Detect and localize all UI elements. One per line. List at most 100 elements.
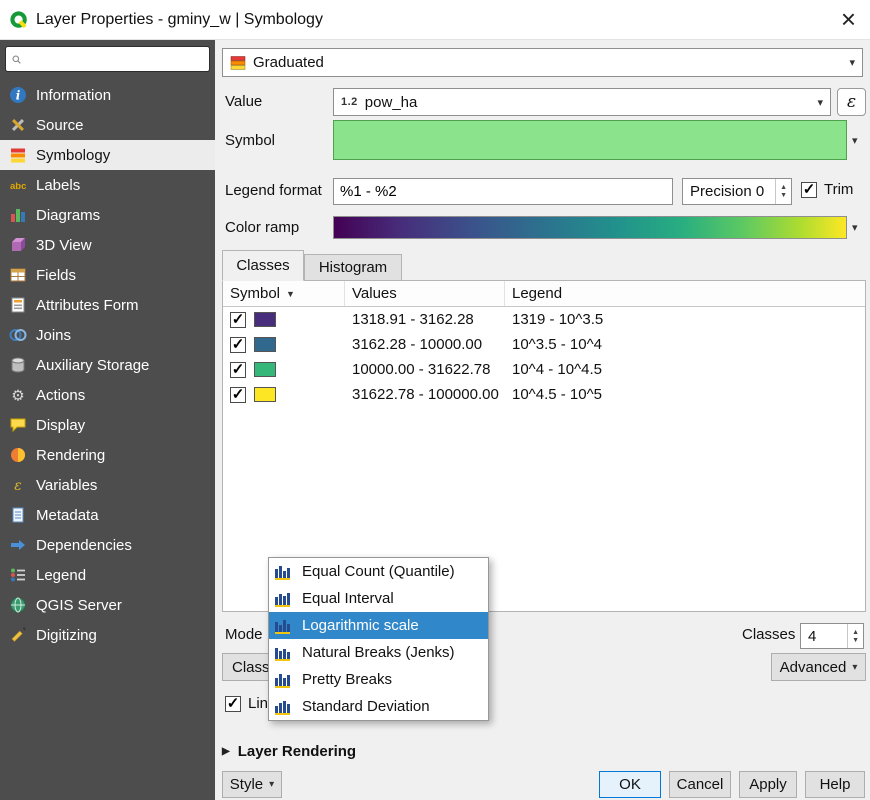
column-header-legend[interactable]: Legend <box>505 281 865 306</box>
table-header: Symbol ▼ Values Legend <box>223 281 865 307</box>
symbol-cell: ✓ <box>223 332 345 357</box>
sidebar-item-3d-view[interactable]: 3D View <box>0 230 215 260</box>
spin-up-icon[interactable]: ▲ <box>852 629 859 636</box>
sidebar-item-digitizing[interactable]: Digitizing <box>0 620 215 650</box>
legend-cell[interactable]: 10^3.5 - 10^4 <box>505 332 865 357</box>
class-checkbox[interactable]: ✓ <box>230 312 246 328</box>
expression-builder-button[interactable]: ε <box>837 88 866 116</box>
class-color-swatch[interactable] <box>254 362 276 377</box>
table-row[interactable]: ✓ 31622.78 - 100000.00 10^4.5 - 10^5 <box>223 382 865 407</box>
sidebar-item-actions[interactable]: ⚙ Actions <box>0 380 215 410</box>
table-row[interactable]: ✓ 10000.00 - 31622.78 10^4 - 10^4.5 <box>223 357 865 382</box>
values-cell[interactable]: 31622.78 - 100000.00 <box>345 382 505 407</box>
values-cell[interactable]: 1318.91 - 3162.28 <box>345 307 505 332</box>
sidebar-item-legend[interactable]: Legend <box>0 560 215 590</box>
class-color-swatch[interactable] <box>254 337 276 352</box>
values-cell[interactable]: 10000.00 - 31622.78 <box>345 357 505 382</box>
values-cell[interactable]: 3162.28 - 10000.00 <box>345 332 505 357</box>
checkbox-checked-icon[interactable]: ✓ <box>225 696 241 712</box>
column-header-symbol[interactable]: Symbol ▼ <box>223 281 345 306</box>
sidebar-item-fields[interactable]: Fields <box>0 260 215 290</box>
class-checkbox[interactable]: ✓ <box>230 337 246 353</box>
class-checkbox[interactable]: ✓ <box>230 387 246 403</box>
sidebar-item-attributes-form[interactable]: Attributes Form <box>0 290 215 320</box>
menu-item-logarithmic-scale[interactable]: Logarithmic scale <box>269 612 488 639</box>
renderer-select[interactable]: Graduated ▾ <box>222 48 863 77</box>
histogram-mode-icon <box>274 618 294 634</box>
advanced-button[interactable]: Advanced ▾ <box>771 653 866 681</box>
decimal-field-icon: 1.2 <box>341 96 358 108</box>
diagrams-icon <box>9 206 27 224</box>
precision-spinner[interactable]: Precision 0 ▲▼ <box>682 178 792 205</box>
search-input[interactable] <box>27 52 203 67</box>
sidebar-item-labels[interactable]: abc Labels <box>0 170 215 200</box>
sidebar-item-source[interactable]: Source <box>0 110 215 140</box>
menu-item-standard-deviation[interactable]: Standard Deviation <box>269 693 488 720</box>
sidebar-item-metadata[interactable]: Metadata <box>0 500 215 530</box>
help-button[interactable]: Help <box>805 771 865 798</box>
classes-count-spinner[interactable]: 4 ▲▼ <box>800 623 864 649</box>
spin-down-icon[interactable]: ▼ <box>852 637 859 644</box>
menu-item-label: Natural Breaks (Jenks) <box>302 644 455 661</box>
layer-rendering-section-header[interactable]: ▶ Layer Rendering <box>222 743 356 760</box>
style-menu-button[interactable]: Style ▾ <box>222 771 282 798</box>
cancel-button[interactable]: Cancel <box>669 771 731 798</box>
symbol-dropdown-icon[interactable]: ▾ <box>852 134 858 147</box>
column-dropdown-icon[interactable]: ▼ <box>286 289 295 299</box>
sidebar-item-display[interactable]: Display <box>0 410 215 440</box>
sidebar-item-information[interactable]: i Information <box>0 80 215 110</box>
color-ramp-dropdown-icon[interactable]: ▾ <box>852 221 858 234</box>
spin-up-icon[interactable]: ▲ <box>780 184 787 191</box>
apply-button[interactable]: Apply <box>739 771 797 798</box>
tab-histogram[interactable]: Histogram <box>304 254 402 281</box>
symbol-cell: ✓ <box>223 357 345 382</box>
checkbox-checked-icon[interactable]: ✓ <box>801 182 817 198</box>
table-row[interactable]: ✓ 3162.28 - 10000.00 10^3.5 - 10^4 <box>223 332 865 357</box>
legend-format-input[interactable] <box>333 178 673 205</box>
menu-item-natural-breaks[interactable]: Natural Breaks (Jenks) <box>269 639 488 666</box>
sidebar-item-label: Rendering <box>36 447 105 464</box>
sidebar-item-auxiliary-storage[interactable]: Auxiliary Storage <box>0 350 215 380</box>
legend-cell[interactable]: 1319 - 10^3.5 <box>505 307 865 332</box>
color-ramp-label: Color ramp <box>225 219 299 236</box>
sidebar-item-diagrams[interactable]: Diagrams <box>0 200 215 230</box>
svg-text:abc: abc <box>10 181 26 192</box>
sidebar-item-symbology[interactable]: Symbology <box>0 140 215 170</box>
sidebar-item-joins[interactable]: Joins <box>0 320 215 350</box>
sidebar-item-label: Legend <box>36 567 86 584</box>
spin-down-icon[interactable]: ▼ <box>780 192 787 199</box>
class-checkbox[interactable]: ✓ <box>230 362 246 378</box>
sidebar-item-rendering[interactable]: Rendering <box>0 440 215 470</box>
column-header-values[interactable]: Values <box>345 281 505 306</box>
legend-cell[interactable]: 10^4 - 10^4.5 <box>505 357 865 382</box>
graduated-renderer-icon <box>230 55 246 71</box>
symbol-label: Symbol <box>225 132 275 149</box>
ok-button[interactable]: OK <box>599 771 661 798</box>
tab-classes[interactable]: Classes <box>222 250 304 281</box>
value-field-select[interactable]: 1.2 pow_ha ▾ <box>333 88 831 116</box>
symbol-cell: ✓ <box>223 382 345 407</box>
class-color-swatch[interactable] <box>254 387 276 402</box>
metadata-icon <box>9 506 27 524</box>
class-color-swatch[interactable] <box>254 312 276 327</box>
close-icon[interactable]: × <box>841 4 856 34</box>
table-row[interactable]: ✓ 1318.91 - 3162.28 1319 - 10^3.5 <box>223 307 865 332</box>
digitizing-pencil-icon <box>9 626 27 644</box>
information-icon: i <box>9 86 27 104</box>
menu-item-equal-count[interactable]: Equal Count (Quantile) <box>269 558 488 585</box>
sidebar-item-dependencies[interactable]: Dependencies <box>0 530 215 560</box>
sidebar: i Information Source Symbology abc Label… <box>0 40 215 800</box>
sidebar-item-qgis-server[interactable]: QGIS Server <box>0 590 215 620</box>
titlebar: Layer Properties - gminy_w | Symbology × <box>0 0 870 40</box>
legend-cell[interactable]: 10^4.5 - 10^5 <box>505 382 865 407</box>
spinner-arrows[interactable]: ▲▼ <box>847 624 863 648</box>
labels-icon: abc <box>9 176 27 194</box>
trim-checkbox[interactable]: ✓ Trim <box>801 181 853 198</box>
color-ramp-preview[interactable] <box>333 216 847 239</box>
sidebar-item-label: Joins <box>36 327 71 344</box>
spinner-arrows[interactable]: ▲▼ <box>775 179 791 204</box>
sidebar-item-variables[interactable]: ε Variables <box>0 470 215 500</box>
menu-item-equal-interval[interactable]: Equal Interval <box>269 585 488 612</box>
symbol-preview[interactable] <box>333 120 847 160</box>
menu-item-pretty-breaks[interactable]: Pretty Breaks <box>269 666 488 693</box>
